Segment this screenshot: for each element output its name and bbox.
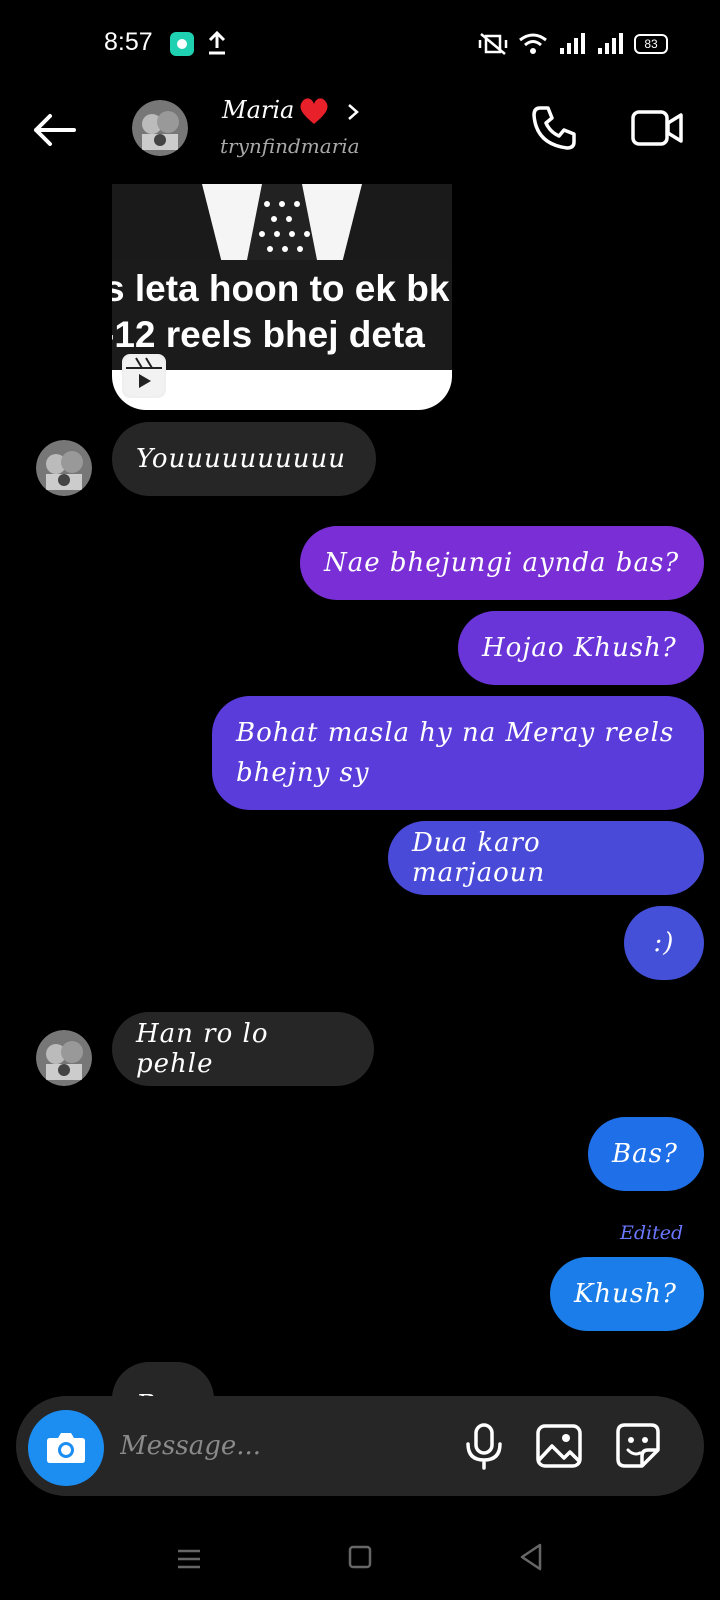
message-bubble-sent[interactable]: Bas? [588, 1117, 704, 1191]
message-text: Youuuuuuuuuu [136, 444, 347, 474]
upload-icon [208, 30, 226, 55]
red-heart-icon [300, 98, 328, 124]
chat-header: Maria trynfindmaria [0, 90, 720, 170]
message-bubble-received[interactable]: Youuuuuuuuuu [112, 422, 376, 496]
contact-username: trynfindmaria [220, 134, 360, 158]
message-bubble-sent[interactable]: Nae bhejungi aynda bas? [300, 526, 704, 600]
reel-thumbnail [112, 184, 452, 260]
phone-icon[interactable] [530, 104, 578, 152]
home-square-icon[interactable] [348, 1544, 372, 1570]
status-icons: 83 [478, 32, 668, 56]
message-text: Hojao Khush? [482, 633, 677, 663]
back-arrow-icon[interactable] [30, 108, 80, 152]
message-text: Han ro lo pehle [136, 1019, 269, 1079]
microphone-icon[interactable] [462, 1422, 506, 1470]
system-nav-bar [0, 1520, 720, 1600]
menu-icon[interactable] [176, 1546, 202, 1572]
message-bubble-sent[interactable]: Dua karo marjaoun [388, 821, 704, 895]
message-bubble-sent[interactable]: Khush? [550, 1257, 704, 1331]
vibrate-mute-icon [478, 33, 508, 55]
status-bar: 8:57 83 [0, 0, 720, 90]
camera-button[interactable] [28, 1410, 104, 1486]
contact-name[interactable]: Maria [222, 96, 294, 124]
avatar[interactable] [36, 440, 92, 496]
chevron-right-icon[interactable] [346, 102, 360, 122]
message-bubble-sent[interactable]: Hojao Khush? [458, 611, 704, 685]
message-text: Dua karo marjaoun [412, 828, 546, 888]
message-text: Khush? [574, 1279, 677, 1309]
app-notification-icon [170, 32, 194, 56]
wifi-icon [519, 33, 547, 54]
message-bubble-received[interactable]: Han ro lo pehle [112, 1012, 374, 1086]
reel-caption: s leta hoon to ek bk -12 reels bhej deta [112, 260, 452, 370]
sticker-icon[interactable] [612, 1420, 664, 1472]
edited-label: Edited [620, 1222, 684, 1244]
camera-icon [47, 1433, 85, 1463]
message-input[interactable] [120, 1426, 420, 1466]
message-text: Nae bhejungi aynda bas? [324, 548, 680, 578]
avatar[interactable] [132, 100, 188, 156]
avatar[interactable] [36, 1030, 92, 1086]
shared-reel[interactable]: s leta hoon to ek bk -12 reels bhej deta [112, 184, 452, 410]
video-camera-icon[interactable] [630, 106, 684, 150]
message-text: Bas? [612, 1139, 678, 1169]
signal-icon [560, 33, 585, 54]
reel-caption-line: s leta hoon to ek bk [112, 268, 450, 309]
message-bubble-sent[interactable]: :) [624, 906, 704, 980]
reel-icon [122, 354, 166, 398]
message-text: :) [653, 928, 675, 958]
signal-icon [598, 33, 623, 54]
status-time: 8:57 [104, 28, 153, 56]
reel-caption-line: -12 reels bhej deta [112, 314, 425, 355]
battery-icon: 83 [634, 34, 668, 54]
message-composer [16, 1396, 704, 1496]
message-text: bhejny sy [236, 758, 370, 788]
message-text: Bohat masla hy na Meray reels [236, 718, 675, 748]
message-bubble-sent[interactable]: Bohat masla hy na Meray reels bhejny sy [212, 696, 704, 810]
back-triangle-icon[interactable] [518, 1542, 544, 1572]
gallery-icon[interactable] [534, 1422, 584, 1470]
